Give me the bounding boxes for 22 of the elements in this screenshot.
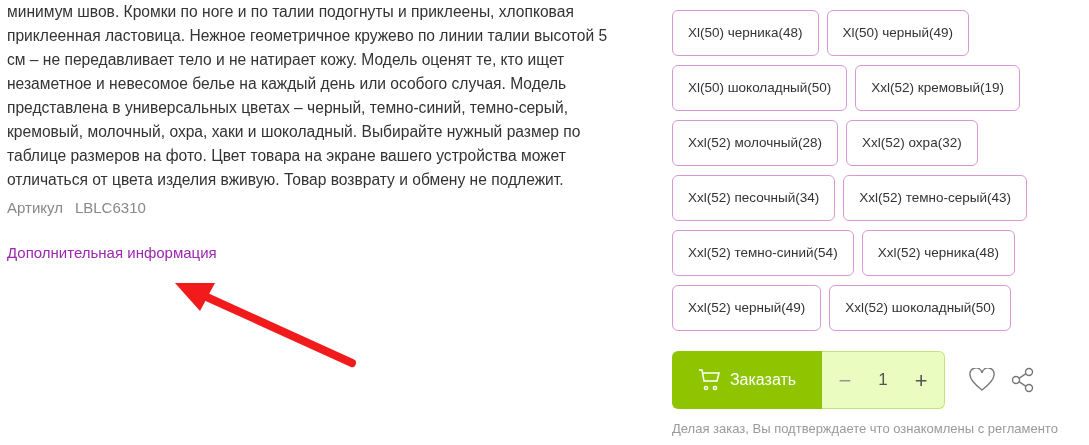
quantity-value[interactable]: 1 [878,367,888,393]
share-icon[interactable] [1011,367,1035,393]
variant-option[interactable]: Xxl(52) темно-синий(54) [672,230,854,276]
variant-option[interactable]: Xl(50) шоколадный(50) [672,65,848,111]
variant-option[interactable]: Xl(50) черника(48) [672,10,819,56]
cart-icon [697,368,722,392]
article-label: Артикул [7,199,63,216]
variant-option[interactable]: Xxl(52) кремовый(19) [855,65,1020,111]
variant-option[interactable]: Xl(50) черный(49) [826,10,970,56]
variant-option[interactable]: Xxl(52) охра(32) [846,120,978,166]
variant-option[interactable]: Xxl(52) песочный(34) [672,175,836,221]
variant-option[interactable]: Xxl(52) темно-серый(43) [843,175,1027,221]
variant-option[interactable]: Xxl(52) черника(48) [861,230,1015,276]
plus-button[interactable]: + [908,363,934,397]
heart-icon[interactable] [969,368,995,392]
order-disclaimer: Делая заказ, Вы подтверждаете что ознакомлены с регламенто [672,420,1059,438]
product-description: минимум швов. Кромки по ноге и по талии подогнуты и приклеены, хлопковая приклеенная ластовица. Нежное геометричное кружево по линии талии высотой 5 см – не передавливает тело и не натирает кожу. Модель оценят те, кто ищет незаметное и невесомое белье на каждый день или особого случая. Модель представлена в универсальных цветах – черный, темно-синий, темно-серый, кремовый, молочный, охра, хаки и шоколадный. Выбирайте нужный размер по таблице размеров на фото. Цвет товара на экране вашего устройства может отличаться от цвета изделия вживую. Товар возврату и обмену не подлежит. [7,2,609,190]
article-number: LBLC6310 [74,199,146,216]
variant-option[interactable]: Xxl(52) шоколадный(50) [829,285,1012,331]
variant-option[interactable]: Xxl(52) черный(49) [672,285,822,331]
more-info-link[interactable]: Дополнительная информация [7,241,217,264]
variant-option[interactable]: Xxl(52) молочный(28) [672,120,838,166]
